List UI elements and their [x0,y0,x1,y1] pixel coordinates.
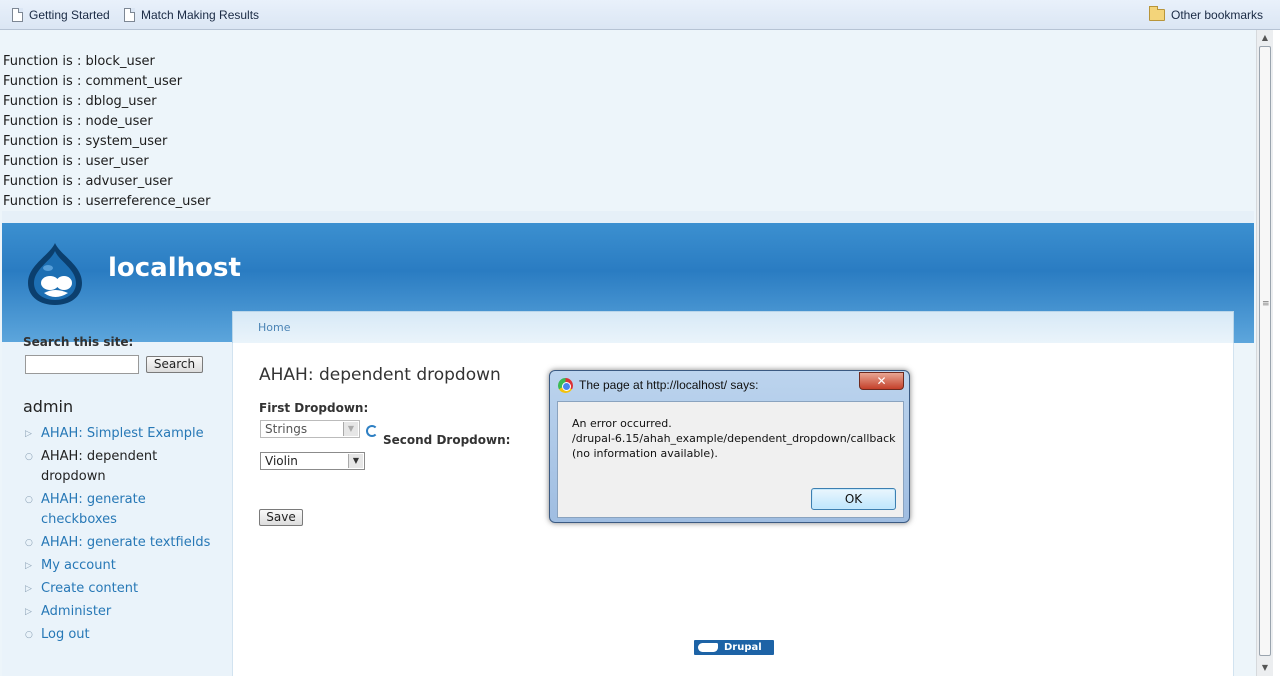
ok-button[interactable]: OK [811,488,896,510]
alert-dialog: The page at http://localhost/ says: ✕ An… [549,370,910,523]
triangle-right-icon: ▷ [25,584,32,594]
debug-line: Function is : system_user [3,134,168,149]
search-label: Search this site: [23,335,134,349]
bookmark-label: Getting Started [29,8,110,22]
nav-link[interactable]: Log out [41,627,90,642]
nav-item[interactable]: ▷ AHAH: Simplest Example [24,424,224,444]
dialog-body: An error occurred. /drupal-6.15/ahah_exa… [557,401,904,518]
ajax-throbber-icon [366,425,378,437]
chevron-down-icon: ▼ [348,454,363,468]
debug-line: Function is : advuser_user [3,174,173,189]
debug-line: Function is : user_user [3,154,149,169]
scroll-thumb[interactable]: ≡ [1259,46,1271,656]
debug-output: Function is : block_user Function is : c… [3,52,211,212]
triangle-right-icon: ▷ [25,607,32,617]
circle-icon: ○ [25,452,33,462]
drupal-drop-icon [698,643,718,652]
badge-label: Drupal [724,642,762,653]
bookmark-match-making[interactable]: Match Making Results [124,7,259,23]
nav-item[interactable]: ▷ Create content [24,579,224,599]
search-button[interactable]: Search [146,356,203,373]
nav-item[interactable]: ▷ My account [24,556,224,576]
nav-item[interactable]: ▷ Administer [24,602,224,622]
nav-link[interactable]: Create content [41,581,138,596]
grip-icon: ≡ [1262,299,1270,309]
nav-link[interactable]: AHAH: dependent dropdown [41,449,157,484]
nav-link[interactable]: AHAH: generate checkboxes [41,492,146,527]
circle-icon: ○ [25,495,33,505]
breadcrumb-home-link[interactable]: Home [258,321,290,334]
other-bookmarks-label: Other bookmarks [1171,8,1264,22]
second-dropdown[interactable]: Violin ▼ [260,452,365,470]
bookmark-label: Match Making Results [141,8,260,22]
second-dropdown-value: Violin [265,454,298,468]
first-dropdown-label: First Dropdown: [259,401,369,415]
dialog-title: The page at http://localhost/ says: [579,378,759,392]
chevron-down-icon: ▼ [343,422,358,436]
breadcrumb: Home [232,311,1234,344]
triangle-right-icon: ▷ [25,429,32,439]
site-name[interactable]: localhost [108,253,241,283]
bookmark-getting-started[interactable]: Getting Started [12,7,110,23]
second-dropdown-label: Second Dropdown: [383,433,511,447]
nav-item-active[interactable]: ○ AHAH: dependent dropdown [24,447,224,487]
other-bookmarks[interactable]: Other bookmarks [1149,6,1264,23]
nav-link[interactable]: AHAH: generate textfields [41,535,210,550]
scroll-up-arrow-icon[interactable]: ▲ [1260,33,1270,43]
nav-item[interactable]: ○ AHAH: generate checkboxes [24,490,224,530]
page-icon [12,8,23,22]
bookmarks-bar: Getting Started Match Making Results Oth… [0,0,1280,30]
message-line: (no information available). [572,447,718,460]
first-dropdown[interactable]: Strings ▼ [260,420,360,438]
debug-line: Function is : userreference_user [3,194,211,209]
nav-link[interactable]: AHAH: Simplest Example [41,426,204,441]
message-line: /drupal-6.15/ahah_example/dependent_drop… [572,432,896,445]
debug-line: Function is : block_user [3,54,155,69]
nav-item[interactable]: ○ Log out [24,625,224,645]
page-icon [124,8,135,22]
nav-link[interactable]: Administer [41,604,111,619]
close-icon: ✕ [876,374,887,388]
first-dropdown-value: Strings [265,422,308,436]
scroll-down-arrow-icon[interactable]: ▼ [1260,663,1270,673]
save-button[interactable]: Save [259,509,303,526]
circle-icon: ○ [25,538,33,548]
circle-icon: ○ [25,630,33,640]
debug-line: Function is : dblog_user [3,94,157,109]
chrome-icon [558,378,573,393]
triangle-right-icon: ▷ [25,561,32,571]
folder-icon [1149,6,1165,21]
user-block-title: admin [23,397,74,416]
powered-by-drupal-badge[interactable]: Drupal [694,640,774,655]
nav-link[interactable]: My account [41,558,116,573]
nav-item[interactable]: ○ AHAH: generate textfields [24,533,224,553]
debug-line: Function is : node_user [3,114,153,129]
message-line: An error occurred. [572,417,672,430]
page-title: AHAH: dependent dropdown [259,365,501,385]
vertical-scrollbar[interactable]: ▲ ≡ ▼ [1256,30,1273,676]
dialog-message: An error occurred. /drupal-6.15/ahah_exa… [572,416,896,461]
user-navigation: ▷ AHAH: Simplest Example ○ AHAH: depende… [24,424,224,648]
debug-line: Function is : comment_user [3,74,183,89]
search-input[interactable] [25,355,139,374]
page-viewport: Function is : block_user Function is : c… [0,30,1256,676]
close-button[interactable]: ✕ [859,372,904,390]
drupal-logo-icon[interactable] [24,241,86,307]
